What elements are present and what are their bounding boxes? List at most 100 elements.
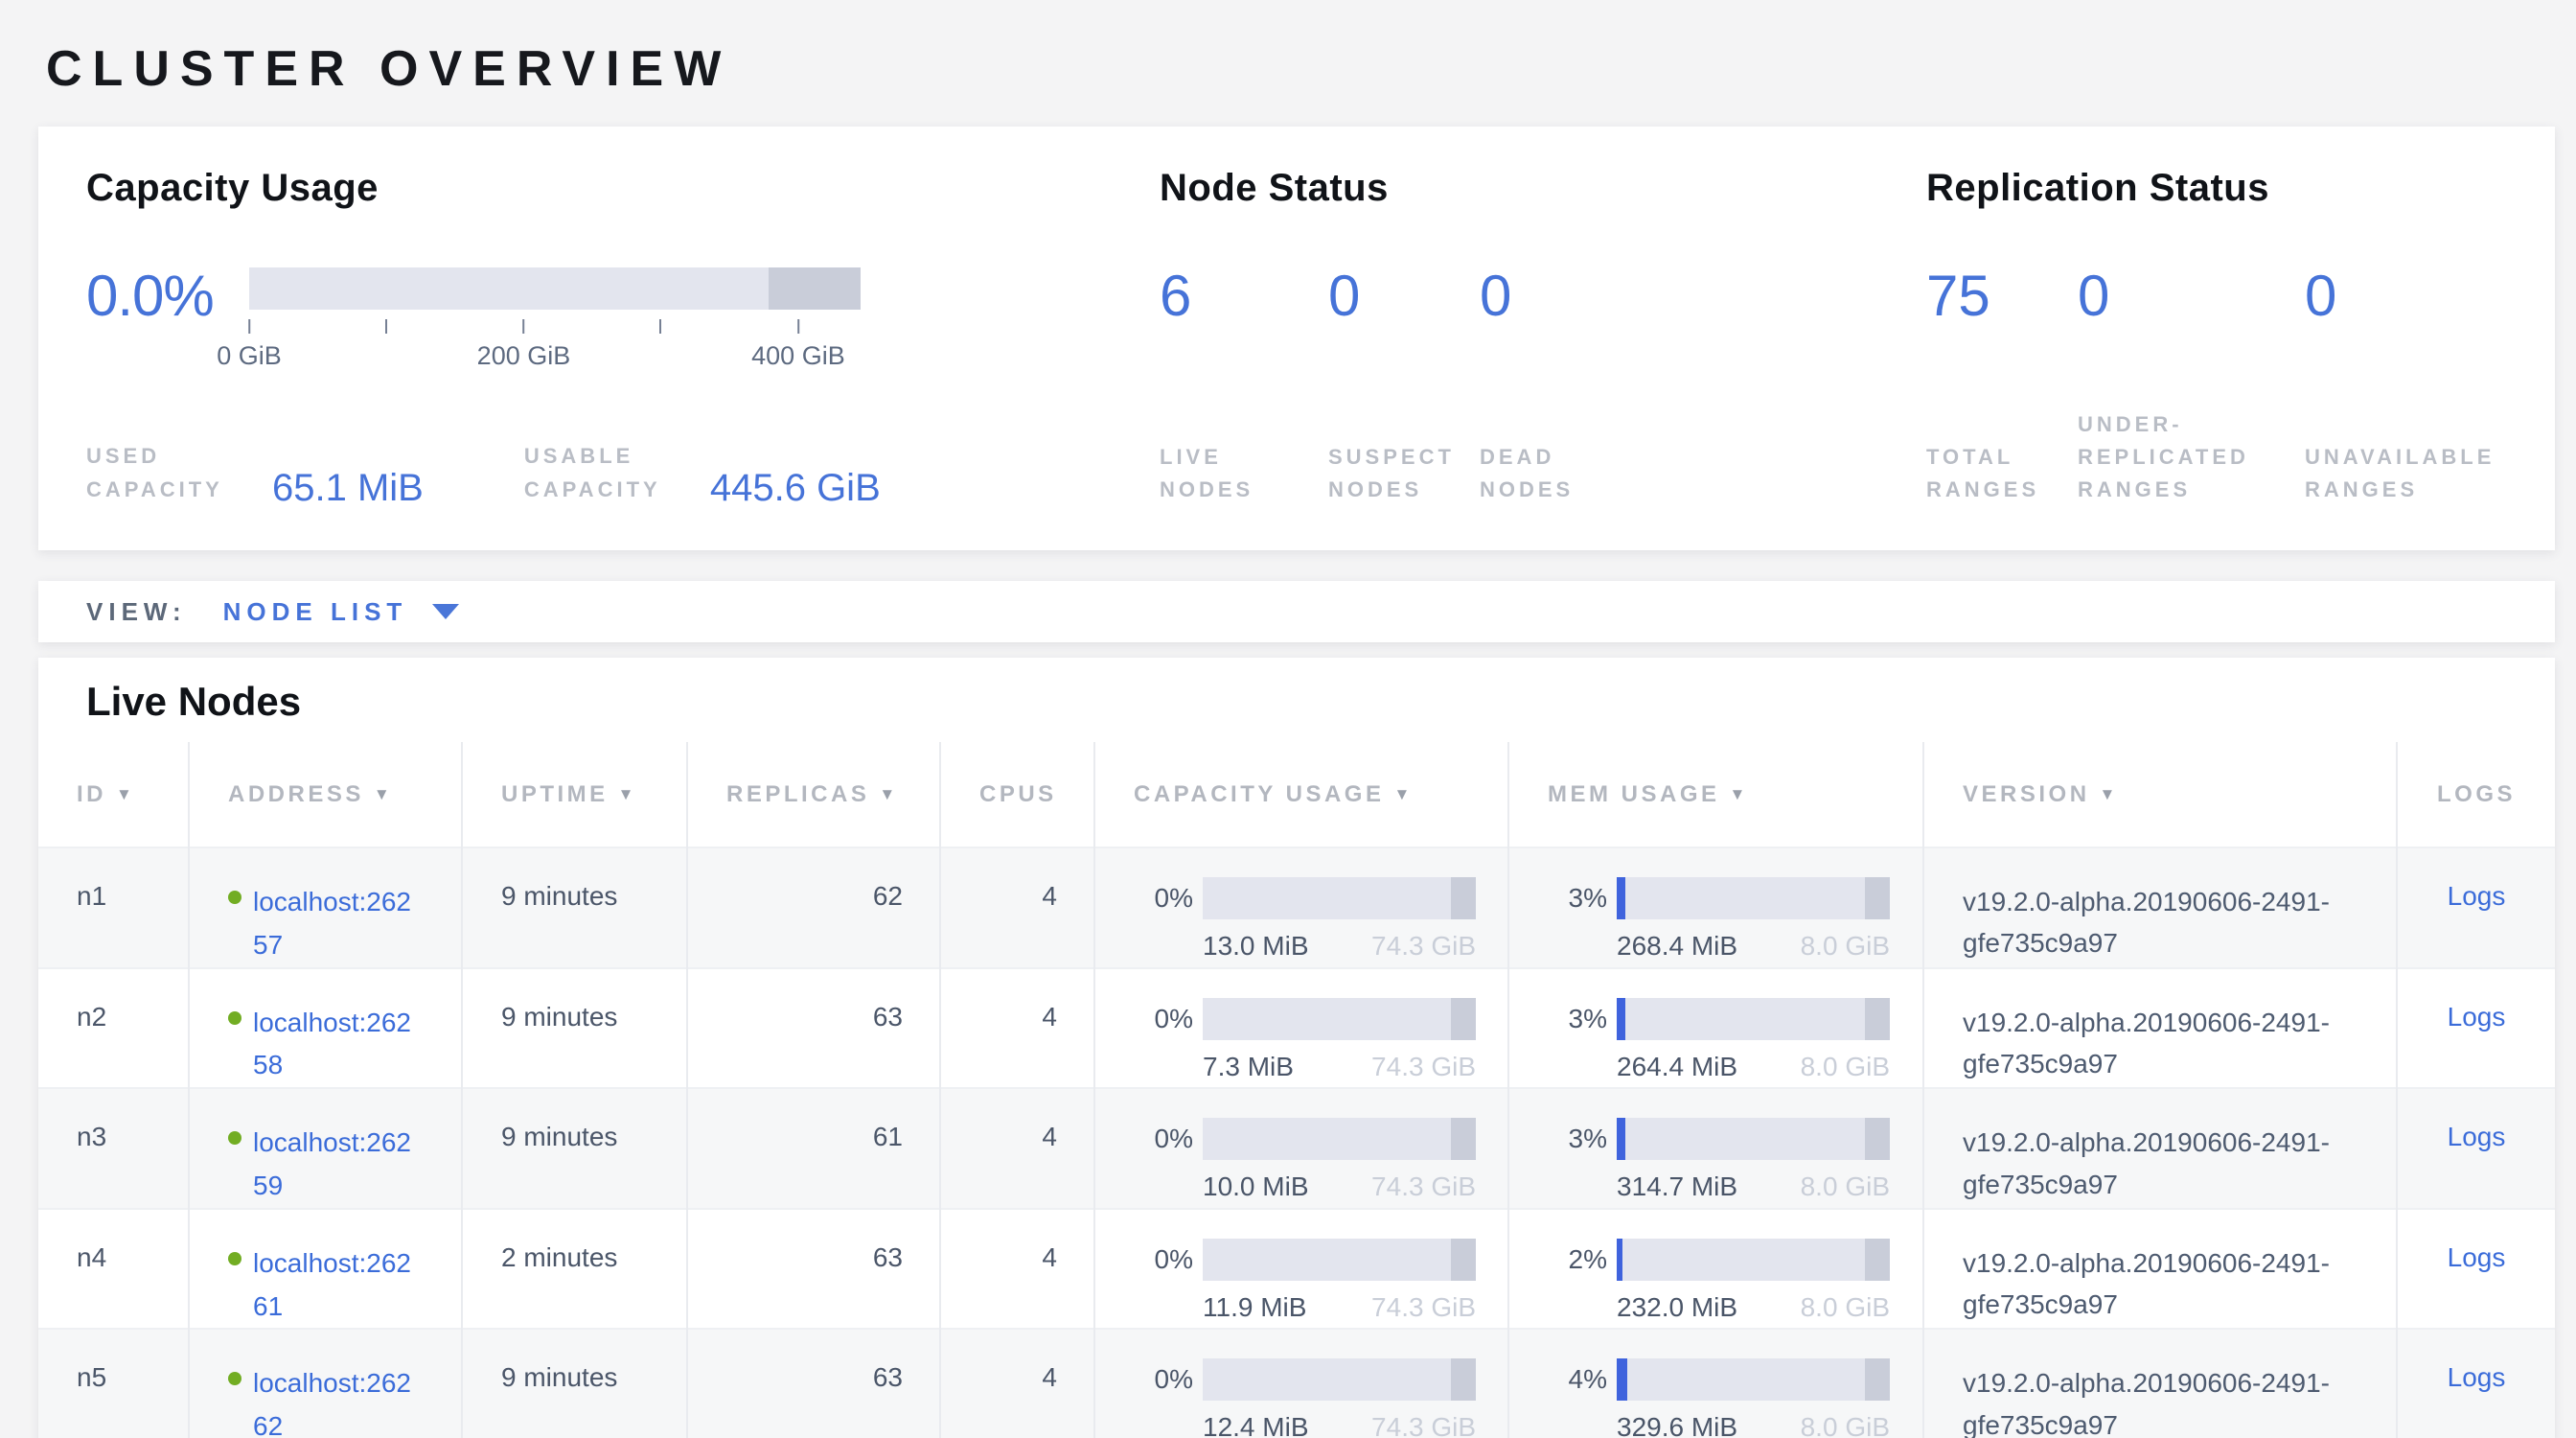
cell-node-id: n3 [38,1088,189,1209]
logs-link[interactable]: Logs [2448,1122,2506,1151]
metric-suspect-nodes: 0 SUSPECT NODES [1328,267,1480,506]
cell-node-id: n4 [38,1209,189,1330]
cell-address: localhost:26257 [189,847,462,968]
usage-total-value: 74.3 GiB [1371,1412,1476,1438]
address-link[interactable]: localhost:26257 [253,881,418,967]
sort-arrow-icon: ▼ [2100,785,2119,803]
cell-mem-usage: 3%264.4 MiB8.0 GiB [1508,968,1923,1089]
capacity-bar: 0 GiB200 GiB400 GiB [249,267,861,377]
live-nodes-panel: Live Nodes ID▼ADDRESS▼UPTIME▼REPLICAS▼CP… [38,658,2555,1438]
usage-bar [1617,998,1890,1040]
table-header-row: ID▼ADDRESS▼UPTIME▼REPLICAS▼CPUSCAPACITY … [38,742,2555,847]
sort-arrow-icon: ▼ [1730,785,1749,803]
usage-bar [1203,877,1476,919]
node-row-n3: n3localhost:262599 minutes6140%10.0 MiB7… [38,1088,2555,1209]
capacity-bar-reserved [769,267,861,310]
cell-capacity-usage: 0%7.3 MiB74.3 GiB [1094,968,1508,1089]
node-row-n4: n4 localhost:26261 2 minutes6340%11.9 MiB7… [38,1209,2555,1330]
cell-uptime: 2 minutes [462,1209,687,1330]
cell-logs: Logs [2397,1209,2555,1330]
view-selector-dropdown[interactable]: NODE LIST [223,597,460,627]
usage-used-value: 10.0 MiB [1203,1171,1309,1202]
usage-used-value: 12.4 MiB [1203,1412,1309,1438]
capacity-bar-ticks: 0 GiB200 GiB400 GiB [249,319,861,377]
metric-label: UNDER-REPLICATED RANGES [2078,408,2204,506]
column-header-logs: LOGS [2397,742,2555,847]
metric-dead-nodes: 0 DEAD NODES [1480,267,1606,506]
usage-total-value: 8.0 GiB [1801,1292,1890,1323]
cell-logs: Logs [2397,1088,2555,1209]
column-header-cpus: CPUS [940,742,1094,847]
cell-logs: Logs [2397,847,2555,968]
metric-label: USABLE CAPACITY [524,439,670,506]
logs-link[interactable]: Logs [2448,1002,2506,1032]
usage-total-value: 74.3 GiB [1371,1292,1476,1323]
cell-version: v19.2.0-alpha.20190606-2491-gfe735c9a97 [1923,1329,2397,1438]
usage-percent: 3% [1548,883,1607,914]
axis-tick-label: 0 GiB [217,341,282,371]
usage-total-value: 74.3 GiB [1371,1052,1476,1082]
cell-version: v19.2.0-alpha.20190606-2491-gfe735c9a97 [1923,968,2397,1089]
cell-replicas: 63 [687,1329,940,1438]
axis-tick: 200 GiB [477,319,571,371]
column-header-address[interactable]: ADDRESS▼ [189,742,462,847]
address-link[interactable]: localhost:26262 [253,1362,418,1438]
cell-cpus: 4 [940,1329,1094,1438]
usage-bar [1617,1239,1890,1281]
usage-total-value: 8.0 GiB [1801,1171,1890,1202]
usage-used-value: 264.4 MiB [1617,1052,1737,1082]
cell-replicas: 63 [687,1209,940,1330]
cell-capacity-usage: 0%11.9 MiB74.3 GiB [1094,1209,1508,1330]
metric-label: DEAD NODES [1480,441,1606,506]
replication-metrics: 75 TOTAL RANGES 0 UNDER-REPLICATED RANGE… [1926,267,2507,506]
cell-replicas: 63 [687,968,940,1089]
cell-address: localhost:26262 [189,1329,462,1438]
sort-arrow-icon: ▼ [1393,785,1413,803]
sort-arrow-icon: ▼ [879,785,898,803]
metric-total-ranges: 75 TOTAL RANGES [1926,267,2078,506]
usage-percent: 3% [1548,1124,1607,1154]
metric-under-replicated-ranges: 0 UNDER-REPLICATED RANGES [2078,267,2305,506]
cell-cpus: 4 [940,1209,1094,1330]
node-row-n5: n5localhost:262629 minutes6340%12.4 MiB7… [38,1329,2555,1438]
logs-link[interactable]: Logs [2448,1242,2506,1272]
address-link[interactable]: localhost:26261 [253,1242,418,1329]
metric-usable-capacity: USABLE CAPACITY 445.6 GiB [524,439,881,506]
usage-percent: 4% [1548,1364,1607,1395]
view-bar: VIEW: NODE LIST [38,581,2555,642]
node-status-metrics: 6 LIVE NODES 0 SUSPECT NODES 0 DEAD NODE… [1160,267,1926,506]
capacity-usage-section: Capacity Usage 0.0% 0 GiB200 GiB400 GiB … [86,167,1160,506]
cluster-overview-page: CLUSTER OVERVIEW Capacity Usage 0.0% 0 G… [0,0,2576,1438]
cell-mem-usage: 3%268.4 MiB8.0 GiB [1508,847,1923,968]
metric-value: 65.1 MiB [272,470,424,506]
usage-bar [1617,1358,1890,1401]
column-header-mem-usage[interactable]: MEM USAGE▼ [1508,742,1923,847]
cell-cpus: 4 [940,968,1094,1089]
summary-panel: Capacity Usage 0.0% 0 GiB200 GiB400 GiB … [38,127,2555,550]
cell-version: v19.2.0-alpha.20190606-2491-gfe735c9a97 [1923,847,2397,968]
logs-link[interactable]: Logs [2448,1362,2506,1392]
column-header-uptime[interactable]: UPTIME▼ [462,742,687,847]
sort-arrow-icon: ▼ [116,785,135,803]
address-link[interactable]: localhost:26258 [253,1002,418,1088]
cell-uptime: 9 minutes [462,847,687,968]
column-header-replicas[interactable]: REPLICAS▼ [687,742,940,847]
page-title: CLUSTER OVERVIEW [46,40,2553,98]
logs-link[interactable]: Logs [2448,881,2506,911]
usage-total-value: 74.3 GiB [1371,931,1476,962]
column-header-capacity-usage[interactable]: CAPACITY USAGE▼ [1094,742,1508,847]
cell-mem-usage: 2%232.0 MiB8.0 GiB [1508,1209,1923,1330]
axis-tick [659,319,661,334]
axis-tick: 400 GiB [751,319,845,371]
column-header-version[interactable]: VERSION▼ [1923,742,2397,847]
column-header-id[interactable]: ID▼ [38,742,189,847]
sort-arrow-icon: ▼ [374,785,393,803]
usage-bar [1203,1358,1476,1401]
node-live-status-dot [228,891,242,904]
cell-uptime: 9 minutes [462,1088,687,1209]
address-link[interactable]: localhost:26259 [253,1122,418,1208]
usage-percent: 3% [1548,1004,1607,1034]
usage-used-value: 329.6 MiB [1617,1412,1737,1438]
usage-bar [1203,1118,1476,1160]
cell-address: localhost:26259 [189,1088,462,1209]
